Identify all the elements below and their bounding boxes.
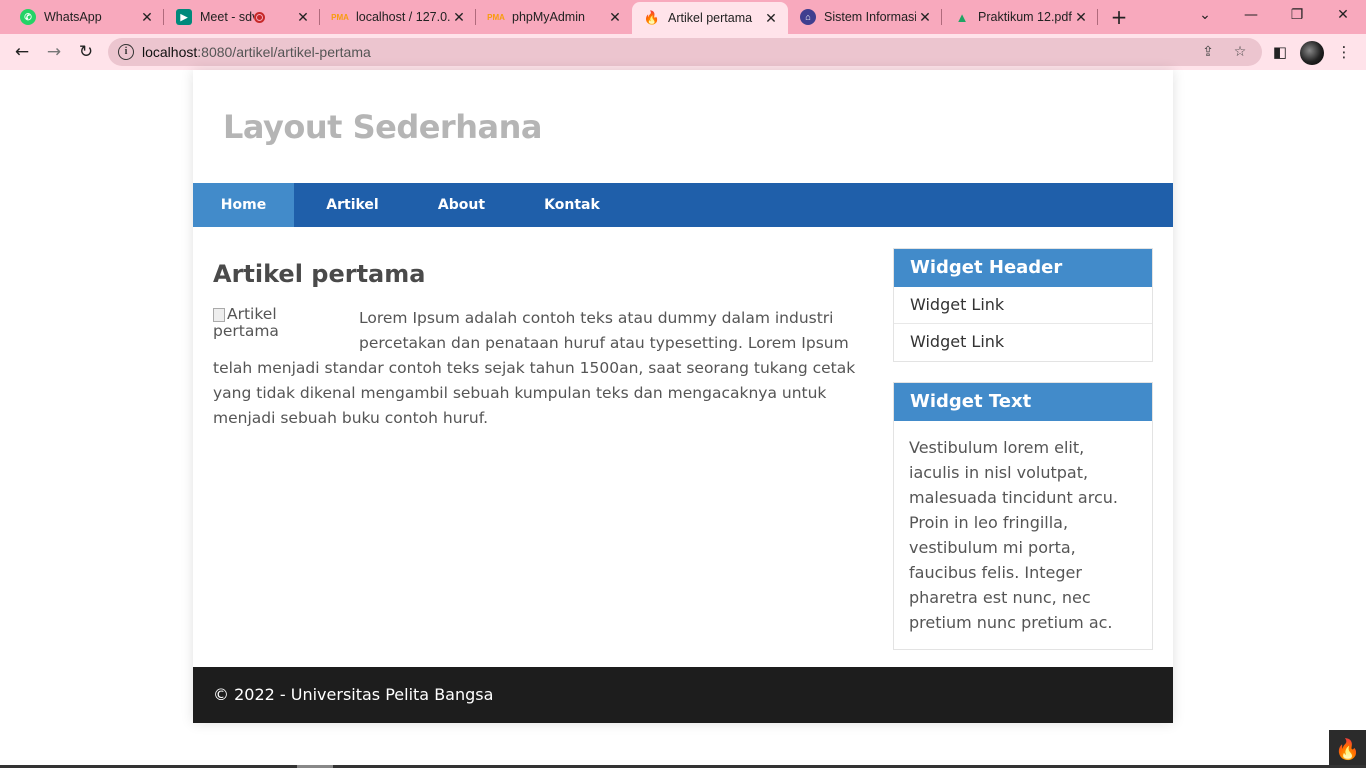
widget-link[interactable]: Widget Link: [894, 287, 1152, 324]
main-nav: Home Artikel About Kontak: [193, 183, 1173, 227]
article-body: Artikel pertama Lorem Ipsum adalah conto…: [213, 306, 859, 431]
nav-artikel[interactable]: Artikel: [294, 183, 411, 227]
address-bar[interactable]: i localhost:8080/artikel/artikel-pertama…: [108, 38, 1262, 66]
tab-title: Artikel pertama: [668, 11, 753, 25]
tab-whatsapp[interactable]: ✆ WhatsApp ✕: [8, 0, 164, 34]
tab-title: localhost / 127.0.: [356, 10, 450, 24]
tab-title: Praktikum 12.pdf: [978, 10, 1072, 24]
site-info-icon[interactable]: i: [118, 44, 134, 60]
recording-icon: [254, 11, 265, 23]
phpmyadmin-icon: PMA: [487, 12, 505, 22]
share-icon[interactable]: ⇪: [1198, 42, 1218, 62]
page-container: Layout Sederhana Home Artikel About Kont…: [193, 70, 1173, 723]
site-title: Layout Sederhana: [223, 108, 542, 146]
close-icon[interactable]: ✕: [138, 9, 156, 26]
tab-phpmyadmin[interactable]: PMA phpMyAdmin ✕: [476, 0, 632, 34]
close-icon[interactable]: ✕: [606, 9, 624, 26]
google-meet-icon: ▶: [176, 9, 192, 25]
university-icon: ⌂: [800, 9, 816, 25]
browser-toolbar: ← → ↻ i localhost:8080/artikel/artikel-p…: [0, 34, 1366, 70]
url-host: localhost: [142, 44, 198, 60]
reload-button[interactable]: ↻: [73, 39, 99, 65]
widget-link[interactable]: Widget Link: [894, 324, 1152, 361]
minimize-button[interactable]: —: [1228, 0, 1274, 34]
nav-home[interactable]: Home: [193, 183, 294, 227]
close-icon[interactable]: ✕: [294, 9, 312, 26]
whatsapp-icon: ✆: [20, 9, 36, 25]
widget-text-header: Widget Text: [894, 383, 1152, 421]
google-drive-icon: ▲: [955, 9, 969, 25]
bookmark-star-icon[interactable]: ☆: [1230, 42, 1250, 62]
browser-tab-bar: ✆ WhatsApp ✕ ▶ Meet - sdv-a ✕ PMA localh…: [0, 0, 1366, 34]
widget-text: Widget Text Vestibulum lorem elit, iacul…: [893, 382, 1153, 650]
widget-links: Widget Header Widget Link Widget Link: [893, 248, 1153, 362]
article-title: Artikel pertama: [213, 260, 426, 288]
tab-title: Sistem Informasi: [824, 10, 916, 24]
address-url[interactable]: localhost:8080/artikel/artikel-pertama: [142, 44, 371, 60]
page-footer: © 2022 - Universitas Pelita Bangsa: [193, 667, 1173, 723]
tab-title: Meet - sdv-a: [200, 10, 254, 24]
back-button[interactable]: ←: [9, 39, 35, 65]
widget-text-body: Vestibulum lorem elit, iaculis in nisl v…: [909, 438, 1118, 632]
nav-kontak[interactable]: Kontak: [512, 183, 632, 227]
menu-icon[interactable]: ⋮: [1332, 40, 1356, 64]
close-icon[interactable]: ✕: [1072, 9, 1090, 26]
close-icon[interactable]: ✕: [450, 9, 468, 26]
tab-localhost-phpmyadmin[interactable]: PMA localhost / 127.0. ✕: [320, 0, 476, 34]
nav-about[interactable]: About: [411, 183, 512, 227]
close-icon[interactable]: ✕: [916, 9, 934, 26]
phpmyadmin-icon: PMA: [331, 12, 349, 22]
codeigniter-icon: 🔥: [643, 10, 661, 25]
profile-avatar[interactable]: [1300, 41, 1324, 65]
url-path: :8080/artikel/artikel-pertama: [197, 44, 371, 60]
tab-sistem-informasi[interactable]: ⌂ Sistem Informasi ✕: [788, 0, 942, 34]
restore-button[interactable]: ❐: [1274, 0, 1320, 34]
broken-image-icon: [213, 307, 225, 322]
forward-button[interactable]: →: [41, 39, 67, 65]
close-window-button[interactable]: ✕: [1320, 0, 1366, 34]
new-tab-button[interactable]: +: [1106, 4, 1132, 30]
tab-praktikum-pdf[interactable]: ▲ Praktikum 12.pdf ✕: [942, 0, 1098, 34]
article-image: Artikel pertama: [213, 306, 347, 340]
tab-google-meet[interactable]: ▶ Meet - sdv-a ✕: [164, 0, 320, 34]
side-panel-icon[interactable]: ◧: [1268, 40, 1292, 64]
tab-separator: [1097, 9, 1098, 25]
tab-search-button[interactable]: ⌄: [1182, 0, 1228, 34]
page-viewport: Layout Sederhana Home Artikel About Kont…: [0, 70, 1366, 768]
close-icon[interactable]: ✕: [762, 10, 780, 27]
codeigniter-toolbar-icon[interactable]: 🔥: [1329, 730, 1366, 768]
tab-title: phpMyAdmin: [512, 10, 585, 24]
widget-header: Widget Header: [894, 249, 1152, 287]
tab-title: WhatsApp: [44, 10, 102, 24]
tab-artikel-pertama[interactable]: 🔥 Artikel pertama ✕: [632, 2, 788, 34]
